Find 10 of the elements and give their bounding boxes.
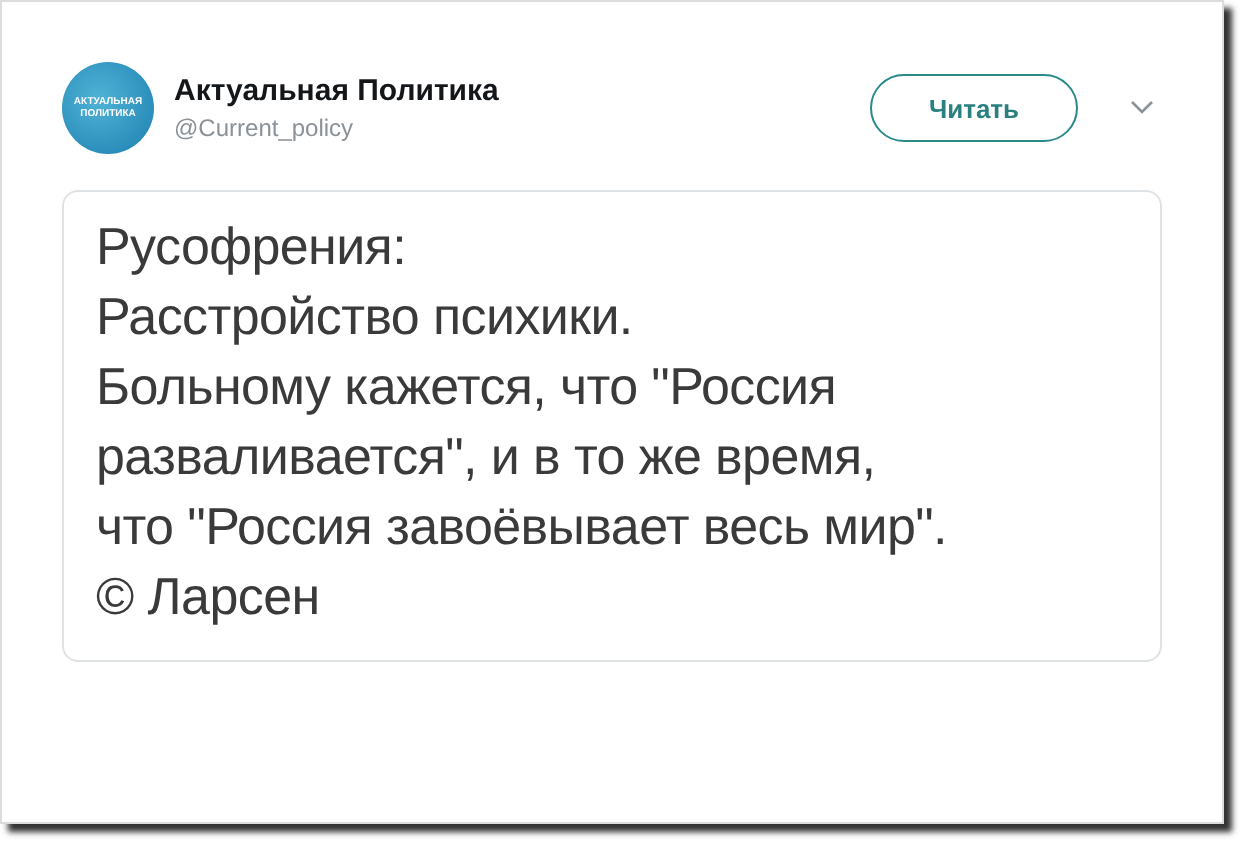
account-handle: @Current_policy bbox=[174, 114, 356, 142]
quote-line: Русофрения: bbox=[96, 214, 408, 280]
account-name: Актуальная Политика bbox=[174, 74, 501, 108]
quote-line: Расстройство психики. bbox=[96, 284, 635, 350]
quote-line: что "Россия завоёвывает весь мир". bbox=[96, 494, 949, 560]
quote-line: © Ларсен bbox=[96, 564, 322, 630]
quote-line: Больному кажется, что "Россия bbox=[96, 354, 839, 420]
chevron-down-icon[interactable] bbox=[1130, 100, 1154, 116]
quote-line: разваливается", и в то же время, bbox=[96, 424, 878, 490]
follow-button[interactable]: Читать bbox=[870, 74, 1078, 142]
